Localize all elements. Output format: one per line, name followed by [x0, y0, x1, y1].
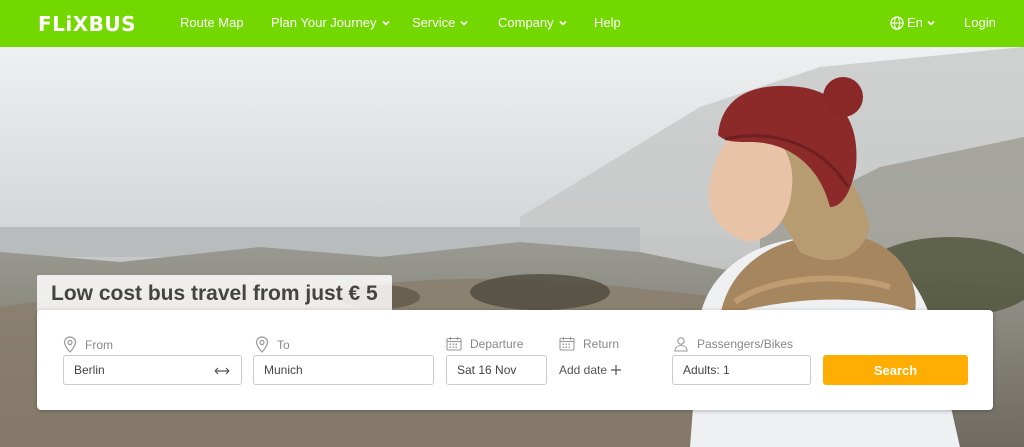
language-label: En [907, 15, 923, 30]
nav-company-label: Company [498, 15, 554, 30]
passengers-input[interactable]: Adults: 1 [672, 355, 811, 385]
nav-route-map[interactable]: Route Map [180, 15, 244, 30]
passengers-label-group: Passengers/Bikes [673, 336, 793, 352]
nav-help[interactable]: Help [594, 15, 621, 30]
from-input[interactable]: Berlin [63, 355, 242, 385]
departure-label-group: Departure [446, 336, 523, 351]
globe-icon [890, 15, 904, 30]
chevron-down-icon [927, 20, 935, 26]
add-return-date-button[interactable]: Add date [559, 363, 622, 377]
location-pin-icon [63, 336, 77, 353]
login-link[interactable]: Login [964, 15, 996, 30]
to-input[interactable]: Munich [253, 355, 434, 385]
calendar-icon [559, 337, 575, 351]
to-label: To [277, 337, 290, 352]
nav-company[interactable]: Company [498, 15, 568, 30]
calendar-icon [446, 337, 462, 351]
nav-plan-your-journey[interactable]: Plan Your Journey [271, 15, 391, 30]
hero-headline: Low cost bus travel from just € 5 [37, 275, 392, 313]
language-selector[interactable]: En [890, 15, 936, 30]
chevron-down-icon [460, 20, 468, 26]
swap-icon[interactable] [211, 364, 233, 378]
departure-value: Sat 16 Nov [457, 363, 517, 377]
from-label-group: From [63, 336, 113, 353]
plus-icon [611, 365, 622, 375]
nav-service-label: Service [412, 15, 456, 30]
return-label: Return [583, 336, 620, 351]
passengers-label: Passengers/Bikes [697, 337, 794, 351]
top-navigation: FLiXBUS Route Map Plan Your Journey Serv… [0, 0, 1024, 47]
nav-help-label: Help [594, 15, 621, 30]
search-button[interactable]: Search [823, 355, 968, 385]
departure-label: Departure [470, 336, 524, 351]
person-icon [674, 337, 688, 352]
chevron-down-icon [559, 20, 567, 26]
return-label-group: Return [559, 336, 619, 351]
passengers-value: Adults: 1 [683, 363, 730, 377]
flixbus-logo[interactable]: FLiXBUS [38, 12, 136, 36]
from-label: From [85, 337, 113, 352]
nav-plan-your-journey-label: Plan Your Journey [271, 15, 377, 30]
chevron-down-icon [381, 20, 390, 26]
add-date-label: Add date [559, 363, 608, 377]
nav-route-map-label: Route Map [180, 15, 244, 30]
departure-date-input[interactable]: Sat 16 Nov [446, 355, 547, 385]
from-value: Berlin [74, 363, 105, 377]
nav-service[interactable]: Service [412, 15, 469, 30]
to-value: Munich [264, 363, 303, 377]
to-label-group: To [255, 336, 290, 353]
search-form: From Berlin To Munich Departure Sat 16 N… [37, 310, 993, 410]
location-pin-icon [255, 336, 269, 353]
